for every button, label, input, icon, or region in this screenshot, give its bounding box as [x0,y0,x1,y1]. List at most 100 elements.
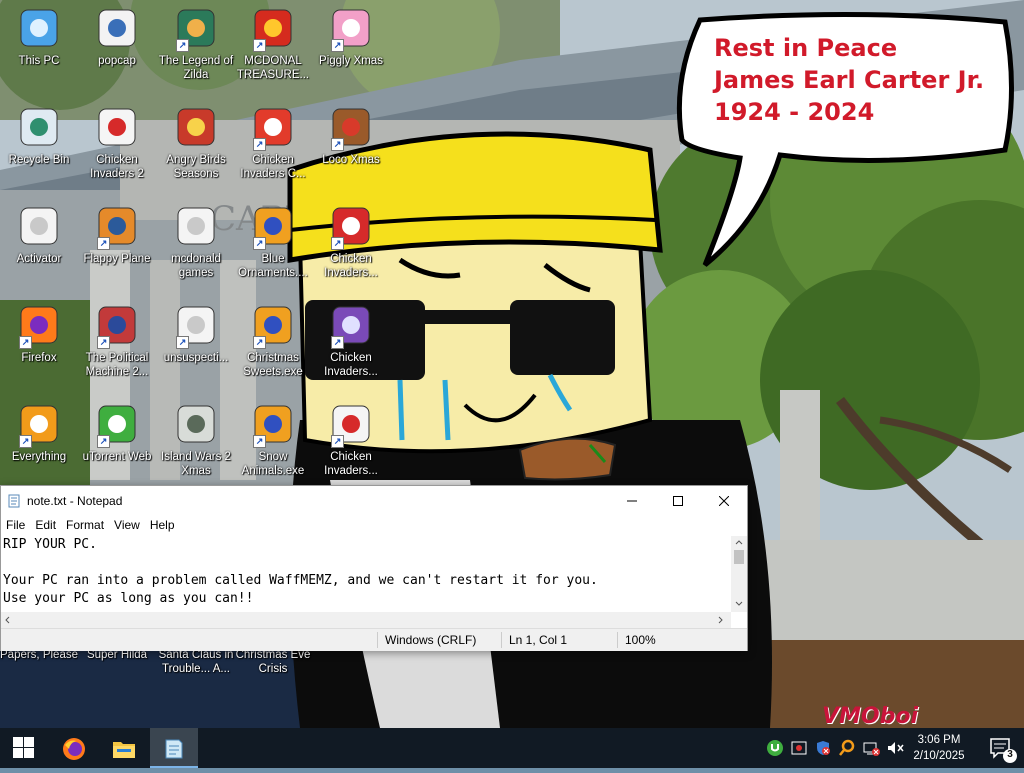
notepad-icon [165,739,183,759]
ufo-icon: ↗ [329,303,373,349]
recycle-bin-icon [17,105,61,149]
shortcut-arrow-icon: ↗ [97,237,110,250]
vertical-scrollbar[interactable] [731,536,747,612]
taskbar-firefox[interactable] [50,728,98,768]
start-button[interactable] [0,728,48,768]
bubble-line-2: James Earl Carter Jr. [714,66,985,94]
desktop-icon-label: Blue Ornaments.... [238,253,308,279]
utorrent-icon: ↗ [95,402,139,448]
horizontal-scrollbar[interactable] [1,612,731,628]
puzzle-game-icon: ↗ [251,204,295,250]
close-button[interactable] [701,486,747,516]
desktop-icon-label: Chicken Invaders... [324,352,378,378]
maximize-icon [673,496,683,506]
desktop-icon[interactable]: ↗ Loco Xmas [312,101,390,167]
desktop-icon[interactable]: ↗ Blue Ornaments.... [234,200,312,280]
clock-time: 3:06 PM [917,734,961,746]
notification-icon [990,738,1017,763]
desktop-icon[interactable]: Chicken Invaders 2 [78,101,156,181]
desktop-icon[interactable]: This PC [0,2,78,68]
desktop-icon[interactable]: ↗ Chicken Invaders... [312,398,390,478]
desktop-icon[interactable]: ↗ Flappy Plane [78,200,156,266]
desktop-icon-label: Snow Animals.exe [241,451,305,477]
teddy-bear-icon: ↗ [329,105,373,151]
maximize-button[interactable] [655,486,701,516]
text-line: Your PC ran into a problem called WaffME… [3,573,598,588]
desktop-icon[interactable]: ↗ uTorrent Web [78,398,156,464]
desktop-icon-label: Firefox [21,352,57,364]
shortcut-arrow-icon: ↗ [253,39,266,52]
puzzle-game-icon: ↗ [251,303,295,349]
chicken-icon: ↗ [329,402,373,448]
shortcut-arrow-icon: ↗ [176,336,189,349]
shortcut-arrow-icon: ↗ [331,138,344,151]
shortcut-arrow-icon: ↗ [97,336,110,349]
snowman-icon: ↗ [251,105,295,151]
desktop-icon-label: Chicken Invaders... [324,253,378,279]
status-encoding: Windows (CRLF) [385,633,477,647]
volume-muted-icon[interactable] [886,739,904,757]
desktop-icon-label: Chicken Invaders C... [240,154,306,180]
desktop-icon-label: Recycle Bin [8,154,70,166]
desktop-icon-label: mcdonald games [171,253,221,279]
status-divider [501,632,502,648]
taskbar-file-explorer[interactable] [100,728,148,768]
desktop-icon[interactable]: ↗ The Legend of Zilda [157,2,235,82]
taskbar-clock[interactable]: 3:06 PM 2/10/2025 [906,732,972,764]
desktop-icon[interactable]: ↗ Christmas Sweets.exe [234,299,312,379]
menu-edit[interactable]: Edit [30,516,61,534]
desktop-icon[interactable]: Activator [0,200,78,266]
notification-center-button[interactable]: 3 [980,728,1020,768]
text-editor[interactable]: RIP YOUR PC. Your PC ran into a problem c… [1,536,735,612]
taskbar-notepad[interactable] [150,728,198,768]
desktop-icon[interactable]: ↗ Chicken Invaders... [312,299,390,379]
desktop-icon[interactable]: ↗ Chicken Invaders... [312,200,390,280]
desktop-icon[interactable]: ↗ unsuspecti... [157,299,235,365]
puzzle-game-icon: ↗ [251,402,295,448]
menu-file[interactable]: File [1,516,30,534]
desktop-icon[interactable]: ↗ MCDONAL TREASURE... [234,2,312,82]
desktop-icon-label: Santa Claus in Trouble... A... [158,649,234,675]
desktop-icon[interactable]: Angry Birds Seasons [157,101,235,181]
desktop-icon[interactable]: ↗ Firefox [0,299,78,365]
desktop-icon[interactable]: Island Wars 2 Xmas [157,398,235,478]
defender-tray-icon[interactable] [814,739,832,757]
status-bar: Windows (CRLF) Ln 1, Col 1 100% [1,628,747,651]
desktop-icon-label: Christmas Sweets.exe [243,352,303,378]
shortcut-arrow-icon: ↗ [19,435,32,448]
desktop-icon-label: Chicken Invaders... [324,451,378,477]
text-line [3,554,733,572]
network-tray-icon[interactable] [862,739,880,757]
minimize-button[interactable] [609,486,655,516]
windows-start-icon [13,737,34,758]
shortcut-arrow-icon: ↗ [331,336,344,349]
desktop-icon[interactable]: Recycle Bin [0,101,78,167]
close-icon [718,495,730,507]
taskbar: 3:06 PM 2/10/2025 3 [0,728,1024,768]
desktop-icon[interactable]: ↗ Piggly Xmas [312,2,390,68]
utorrent-tray-icon[interactable] [766,739,784,757]
menu-view[interactable]: View [109,516,145,534]
desktop-icon[interactable]: ↗ The Political Machine 2... [78,299,156,379]
desktop-icon[interactable]: ↗ Everything [0,398,78,464]
speech-bubble-text: Rest in Peace James Earl Carter Jr. 1924… [714,32,1014,128]
notepad-titlebar[interactable]: note.txt - Notepad [1,486,747,516]
notepad-window[interactable]: note.txt - Notepad File Edit Format View Hel… [0,485,748,651]
island-game-icon [174,402,218,446]
desktop-icon[interactable]: ↗ Snow Animals.exe [234,398,312,478]
notification-count: 3 [1007,749,1013,760]
computer-icon [17,6,61,50]
bubble-line-3: 1924 - 2024 [714,98,875,126]
security-tray-icon[interactable] [790,739,808,757]
menu-format[interactable]: Format [61,516,109,534]
desktop-icon[interactable]: ↗ Chicken Invaders C... [234,101,312,181]
desktop-icon[interactable]: popcap [78,2,156,68]
shortcut-arrow-icon: ↗ [331,237,344,250]
desktop-icon[interactable]: mcdonald games [157,200,235,280]
text-line: RIP YOUR PC. [3,537,97,552]
desktop-icon-label: Island Wars 2 Xmas [161,451,231,477]
menu-help[interactable]: Help [145,516,180,534]
desktop-icon-label: Piggly Xmas [319,55,383,67]
notepad-icon [8,494,20,508]
search-tray-icon[interactable] [838,739,856,757]
